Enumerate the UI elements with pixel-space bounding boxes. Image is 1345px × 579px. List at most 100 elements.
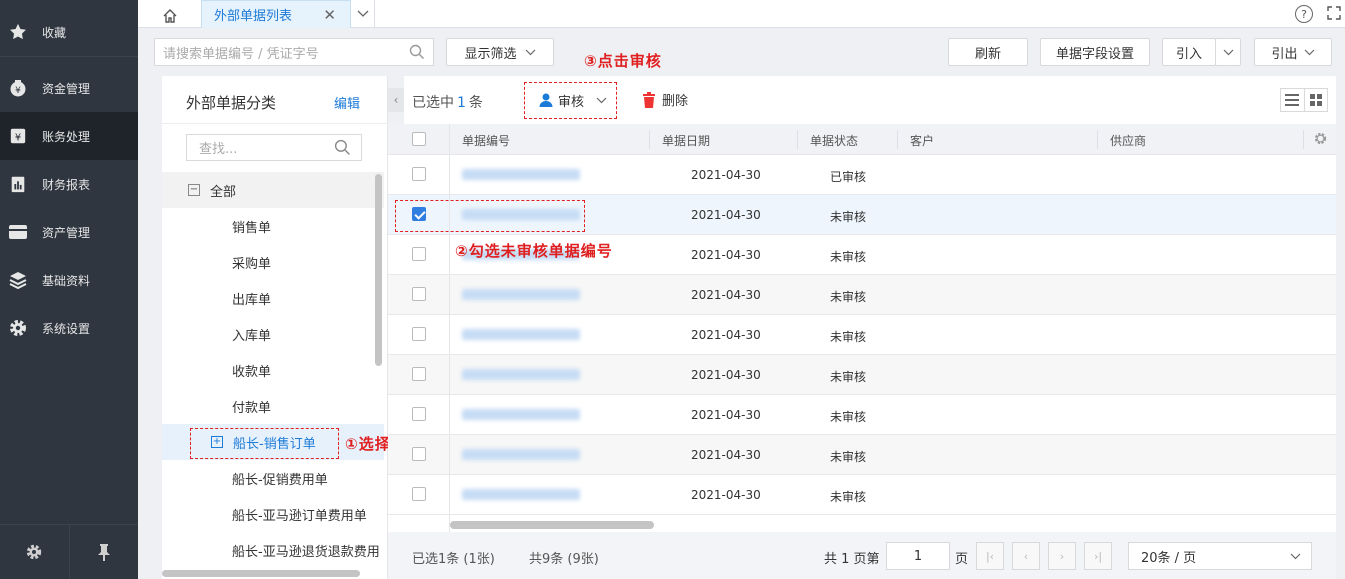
sidebar-item-label: 财务报表 (42, 177, 91, 192)
selection-count: 1 (457, 95, 466, 111)
row-checkbox[interactable] (412, 487, 426, 501)
sidebar-item-assets[interactable]: 资产管理 (0, 208, 138, 256)
grid-view-icon[interactable] (1303, 89, 1328, 111)
table-row[interactable]: 2021-04-30 未审核 (388, 315, 1336, 355)
table-row[interactable]: 2021-04-30 未审核 (388, 435, 1336, 475)
table-row[interactable]: 2021-04-30 已审核 (388, 155, 1336, 195)
tree-node-label: 船长-亚马逊退货退款费用 (232, 544, 380, 560)
import-dropdown-button[interactable] (1215, 38, 1241, 66)
column-header[interactable]: 客户 (910, 132, 934, 149)
table-row[interactable]: 2021-04-30 未审核 (388, 475, 1336, 515)
filter-label: 显示筛选 (464, 46, 517, 62)
document-number-link[interactable] (462, 289, 580, 300)
row-checkbox[interactable] (412, 447, 426, 461)
document-number-link[interactable] (462, 169, 580, 180)
document-number-link[interactable] (462, 409, 580, 420)
table-row[interactable]: 2021-04-30 未审核 (388, 275, 1336, 315)
row-checkbox[interactable] (412, 247, 426, 261)
column-header[interactable]: 供应商 (1110, 132, 1146, 149)
refresh-label: 刷新 (974, 46, 1001, 62)
tree-node-all[interactable]: − 全部 (162, 172, 384, 208)
document-number-link[interactable] (462, 369, 580, 380)
sidebar-item-funds[interactable]: ¥ 资金管理 (0, 64, 138, 112)
close-icon[interactable]: ✕ (323, 6, 336, 24)
collapse-panel-button[interactable]: ‹ (388, 88, 404, 112)
page-number-input[interactable]: 1 (886, 542, 950, 570)
document-date: 2021-04-30 (691, 488, 761, 502)
edit-link[interactable]: 编辑 (334, 93, 360, 112)
row-checkbox[interactable] (412, 327, 426, 341)
row-checkbox[interactable] (412, 407, 426, 421)
svg-text:¥: ¥ (15, 133, 21, 144)
next-page-button[interactable]: › (1048, 542, 1076, 570)
field-settings-button[interactable]: 单据字段设置 (1040, 38, 1150, 66)
page-size-select[interactable]: 20条 / 页 (1128, 542, 1312, 570)
search-input[interactable]: 请搜索单据编号 / 凭证字号 (154, 38, 434, 66)
search-icon[interactable] (334, 139, 351, 160)
sidebar-item-reports[interactable]: 财务报表 (0, 160, 138, 208)
tree-node[interactable]: 收款单 (162, 352, 384, 388)
document-date: 2021-04-30 (691, 248, 761, 262)
delete-label: 删除 (662, 94, 689, 109)
sidebar-item-basic-data[interactable]: 基础资料 (0, 256, 138, 304)
sidebar-item-accounting[interactable]: ¥ 账务处理 (0, 112, 138, 160)
status-badge: 未审核 (830, 330, 867, 344)
tree-node[interactable]: 采购单 (162, 244, 384, 280)
document-number-link[interactable] (462, 329, 580, 340)
chevron-down-icon (1290, 553, 1301, 560)
export-button[interactable]: 引出 (1254, 38, 1332, 66)
collapse-icon[interactable]: − (188, 184, 200, 196)
search-icon[interactable] (409, 44, 425, 64)
settings-gear-icon[interactable] (0, 525, 69, 579)
tree-node-label: 入库单 (232, 328, 272, 344)
horizontal-scrollbar[interactable] (162, 570, 360, 577)
category-search-input[interactable]: 查找... (186, 134, 362, 161)
document-date: 2021-04-30 (691, 408, 761, 422)
refresh-button[interactable]: 刷新 (948, 38, 1028, 66)
table-row[interactable]: 2021-04-30 未审核 (388, 395, 1336, 435)
pagination-bar: 已选1条 (1张) 共9条 (9张) 共 1 页第 1 页 |‹ ‹ › ›| … (388, 532, 1336, 579)
tree-node[interactable]: 船长-亚马逊订单费用单 (162, 496, 384, 532)
table-row[interactable]: 2021-04-30 未审核 (388, 355, 1336, 395)
tab-external-documents[interactable]: 外部单据列表 ✕ (201, 0, 351, 28)
tree-node[interactable]: 付款单 (162, 388, 384, 424)
tree-node[interactable]: 船长-促销费用单 (162, 460, 384, 496)
home-icon[interactable] (152, 4, 188, 28)
first-page-button[interactable]: |‹ (976, 542, 1004, 570)
last-page-button[interactable]: ›| (1084, 542, 1112, 570)
tree-node[interactable]: 出库单 (162, 280, 384, 316)
sidebar-item-settings[interactable]: 系统设置 (0, 304, 138, 352)
sidebar-item-label: 收藏 (42, 25, 67, 40)
trash-icon (643, 91, 655, 108)
import-button[interactable]: 引入 (1162, 38, 1216, 66)
chevron-down-icon[interactable] (351, 0, 375, 28)
column-settings-icon[interactable] (1313, 131, 1328, 149)
select-all-checkbox[interactable] (412, 132, 426, 146)
row-checkbox[interactable] (412, 367, 426, 381)
sidebar-item-favorites[interactable]: 收藏 (0, 8, 138, 56)
tree-node[interactable]: 船长-亚马逊退货退款费用 (162, 532, 384, 568)
row-checkbox[interactable] (412, 167, 426, 181)
help-icon[interactable]: ? (1295, 5, 1313, 23)
page-number-value: 1 (913, 548, 923, 564)
column-header[interactable]: 单据状态 (810, 132, 858, 149)
pin-icon[interactable] (68, 525, 139, 579)
fullscreen-icon[interactable] (1327, 6, 1341, 24)
column-header[interactable]: 单据编号 (462, 132, 510, 149)
filter-dropdown-button[interactable]: 显示筛选 (446, 38, 554, 66)
horizontal-scrollbar[interactable] (450, 521, 654, 529)
highlight-box (524, 82, 617, 119)
tree-node[interactable]: 入库单 (162, 316, 384, 352)
prev-page-button[interactable]: ‹ (1012, 542, 1040, 570)
view-toggle (1280, 88, 1328, 112)
list-view-icon[interactable] (1281, 89, 1304, 111)
column-header[interactable]: 单据日期 (662, 132, 710, 149)
document-number-link[interactable] (462, 449, 580, 460)
delete-button[interactable]: 删除 (642, 90, 688, 109)
highlight-box (395, 200, 585, 232)
tree-node[interactable]: 销售单 (162, 208, 384, 244)
document-number-link[interactable] (462, 489, 580, 500)
row-checkbox[interactable] (412, 287, 426, 301)
vertical-scrollbar[interactable] (375, 174, 382, 366)
page-unit: 页 (955, 552, 969, 567)
